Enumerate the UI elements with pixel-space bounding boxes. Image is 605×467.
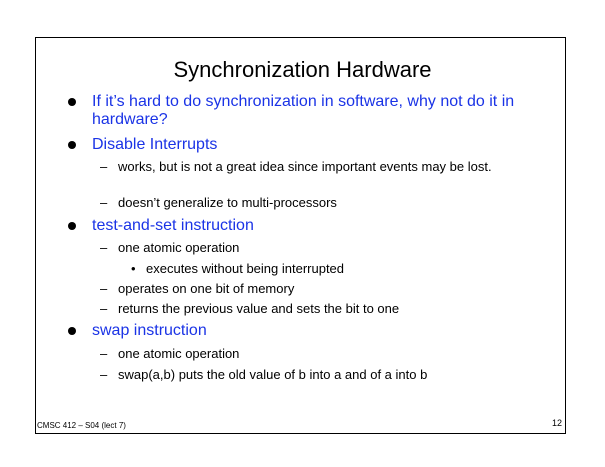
- dash-icon: –: [100, 281, 108, 296]
- small-bullet-icon: •: [131, 261, 136, 276]
- bullet-4-text: swap instruction: [92, 322, 207, 339]
- page-number: 12: [552, 418, 563, 428]
- bullet-dot-icon: [68, 222, 76, 230]
- bullet-dot-icon: [68, 98, 76, 106]
- bullet-dot-icon: [68, 327, 76, 335]
- dash-icon: –: [100, 195, 108, 210]
- sub-3-1-1-text: executes without being interrupted: [146, 261, 345, 276]
- slide: Synchronization Hardware If it’s hard to…: [0, 0, 605, 467]
- sub-4-1-text: one atomic operation: [118, 346, 240, 361]
- sub-2-1-text: works, but is not a great idea since imp…: [118, 159, 492, 174]
- footer-course-label: CMSC 412 – S04 (lect 7): [37, 421, 126, 430]
- dash-icon: –: [100, 367, 108, 382]
- bullet-2-text: Disable Interrupts: [92, 136, 218, 153]
- sub-3-2-text: operates on one bit of memory: [118, 281, 295, 296]
- dash-icon: –: [100, 346, 108, 361]
- slide-title: Synchronization Hardware: [173, 57, 432, 82]
- bullet-3-text: test-and-set instruction: [92, 217, 254, 234]
- sub-3-1-text: one atomic operation: [118, 240, 240, 255]
- dash-icon: –: [100, 159, 108, 174]
- dash-icon: –: [100, 301, 108, 316]
- bullet-dot-icon: [68, 141, 76, 149]
- bullet-1-text: If it’s hard to do synchronization in so…: [92, 93, 515, 128]
- sub-3-3-text: returns the previous value and sets the …: [118, 301, 400, 316]
- sub-4-2-text: swap(a,b) puts the old value of b into a…: [118, 367, 428, 382]
- sub-2-2-text: doesn’t generalize to multi-processors: [118, 195, 337, 210]
- dash-icon: –: [100, 240, 108, 255]
